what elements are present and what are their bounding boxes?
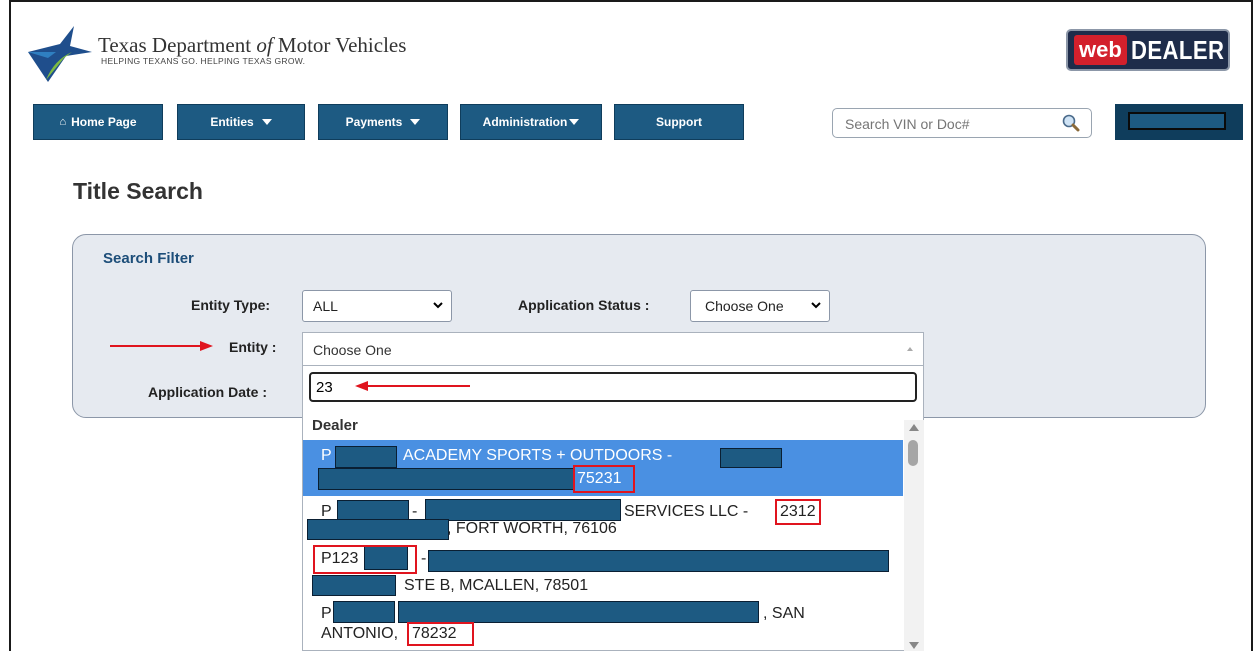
annotation-arrow-left xyxy=(355,381,470,391)
redaction xyxy=(333,601,395,623)
application-status-label: Application Status : xyxy=(518,297,650,313)
nav-support-button[interactable]: Support xyxy=(614,104,744,140)
redaction xyxy=(398,601,759,623)
search-filter-title: Search Filter xyxy=(103,250,194,267)
option-text: P xyxy=(321,605,332,622)
txdmv-star-logo xyxy=(28,26,92,82)
annotation-box xyxy=(775,499,821,525)
redaction xyxy=(425,499,621,521)
redaction xyxy=(307,519,449,540)
page-title: Title Search xyxy=(73,178,203,204)
nav-administration-button[interactable]: Administration xyxy=(460,104,602,140)
entity-type-select[interactable]: ALL xyxy=(302,290,452,322)
option-text: SERVICES LLC - xyxy=(624,503,749,520)
scrollbar-thumb[interactable] xyxy=(908,440,918,466)
redaction xyxy=(428,550,889,572)
redaction xyxy=(318,468,574,490)
chevron-down-icon xyxy=(811,302,821,309)
caret-down-icon xyxy=(410,119,421,125)
scroll-up-icon[interactable] xyxy=(909,424,919,431)
home-icon: ⌂ xyxy=(59,116,67,128)
search-icon[interactable] xyxy=(1061,113,1081,133)
annotation-box xyxy=(407,622,474,646)
org-name: Texas Department of Motor Vehicles xyxy=(98,33,407,57)
nav-entities-button[interactable]: Entities xyxy=(177,104,305,140)
entity-label: Entity : xyxy=(229,339,277,355)
dropdown-group-dealer: Dealer xyxy=(312,417,358,434)
entity-type-label: Entity Type: xyxy=(191,297,271,313)
option-text: P xyxy=(321,447,332,464)
caret-down-icon xyxy=(569,119,580,125)
redaction xyxy=(312,575,396,596)
vin-doc-search[interactable] xyxy=(832,108,1092,138)
application-status-select[interactable]: Choose One xyxy=(690,290,830,322)
annotation-box xyxy=(573,465,635,493)
option-text: ACADEMY SPORTS + OUTDOORS - xyxy=(403,447,673,464)
caret-up-icon xyxy=(907,347,913,351)
chevron-down-icon xyxy=(433,302,443,309)
option-text: - xyxy=(421,550,427,567)
option-text: , FORT WORTH, 76106 xyxy=(447,520,617,537)
webdealer-logo: web DEALER xyxy=(1066,29,1230,71)
application-date-label: Application Date : xyxy=(148,384,268,400)
redaction xyxy=(720,448,782,468)
annotation-arrow-right xyxy=(110,341,213,351)
option-text: STE B, MCALLEN, 78501 xyxy=(404,577,589,594)
scroll-down-icon[interactable] xyxy=(909,642,919,649)
entity-select[interactable]: Choose One xyxy=(302,332,924,366)
nav-home-button[interactable]: ⌂ Home Page xyxy=(33,104,163,140)
org-tagline: HELPING TEXANS GO. HELPING TEXAS GROW. xyxy=(101,56,306,66)
caret-down-icon xyxy=(261,119,272,125)
annotation-box xyxy=(313,545,417,574)
option-text: ANTONIO, xyxy=(321,625,399,642)
redaction xyxy=(335,446,397,468)
nav-payments-button[interactable]: Payments xyxy=(318,104,448,140)
vin-doc-search-input[interactable] xyxy=(843,115,1047,133)
redacted-username xyxy=(1128,112,1226,130)
redaction xyxy=(337,500,409,521)
option-text: , SAN xyxy=(763,605,805,622)
